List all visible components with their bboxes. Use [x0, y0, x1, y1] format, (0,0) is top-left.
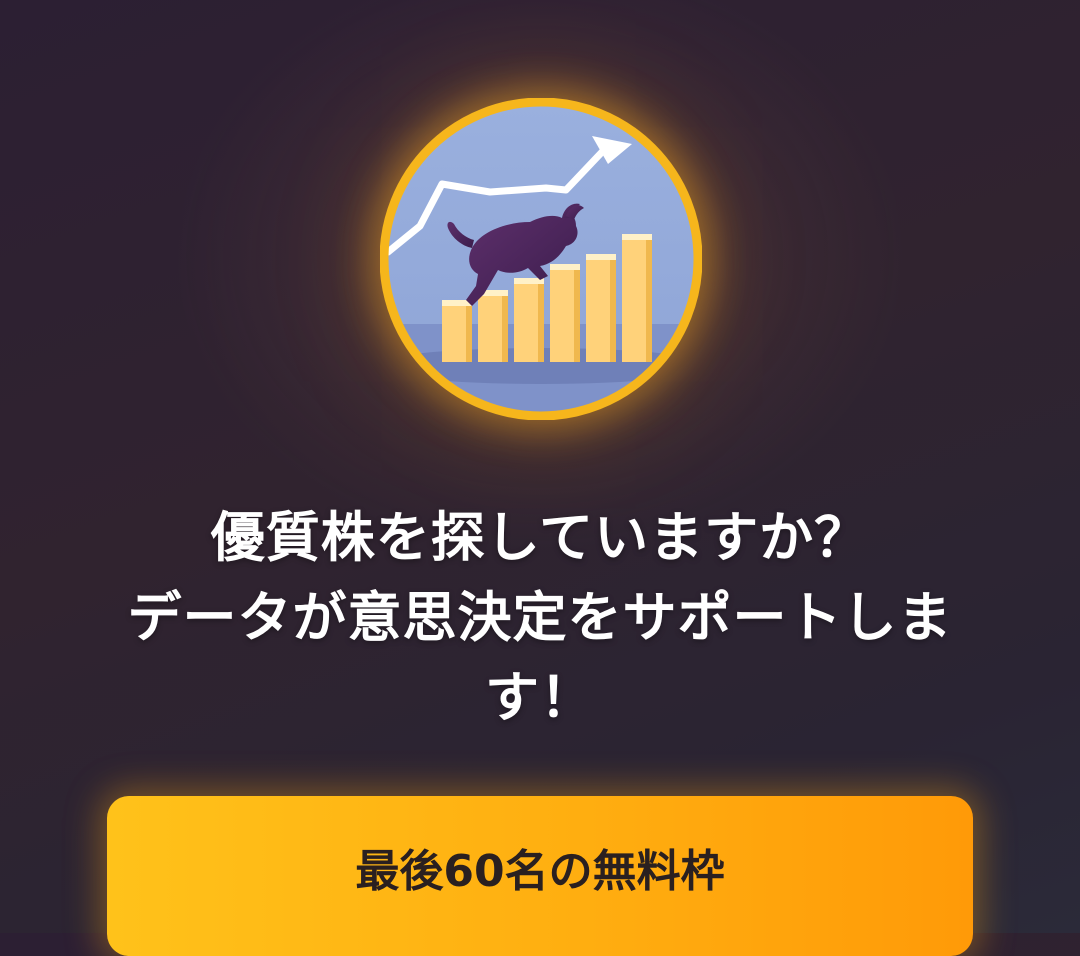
headline: 優質株を探していますか？ データが意思決定をサポートしま す！ [40, 498, 1040, 738]
bull-market-chart-icon [380, 98, 702, 420]
cta-label: 最後60名の無料枠 [355, 846, 725, 897]
headline-line-1: 優質株を探していますか？ [210, 506, 870, 569]
headline-line-3: す！ [485, 666, 595, 729]
hero-illustration [380, 98, 702, 420]
free-slots-cta-button[interactable]: 最後60名の無料枠 [107, 796, 973, 956]
headline-line-2: データが意思決定をサポートしま [127, 586, 953, 649]
